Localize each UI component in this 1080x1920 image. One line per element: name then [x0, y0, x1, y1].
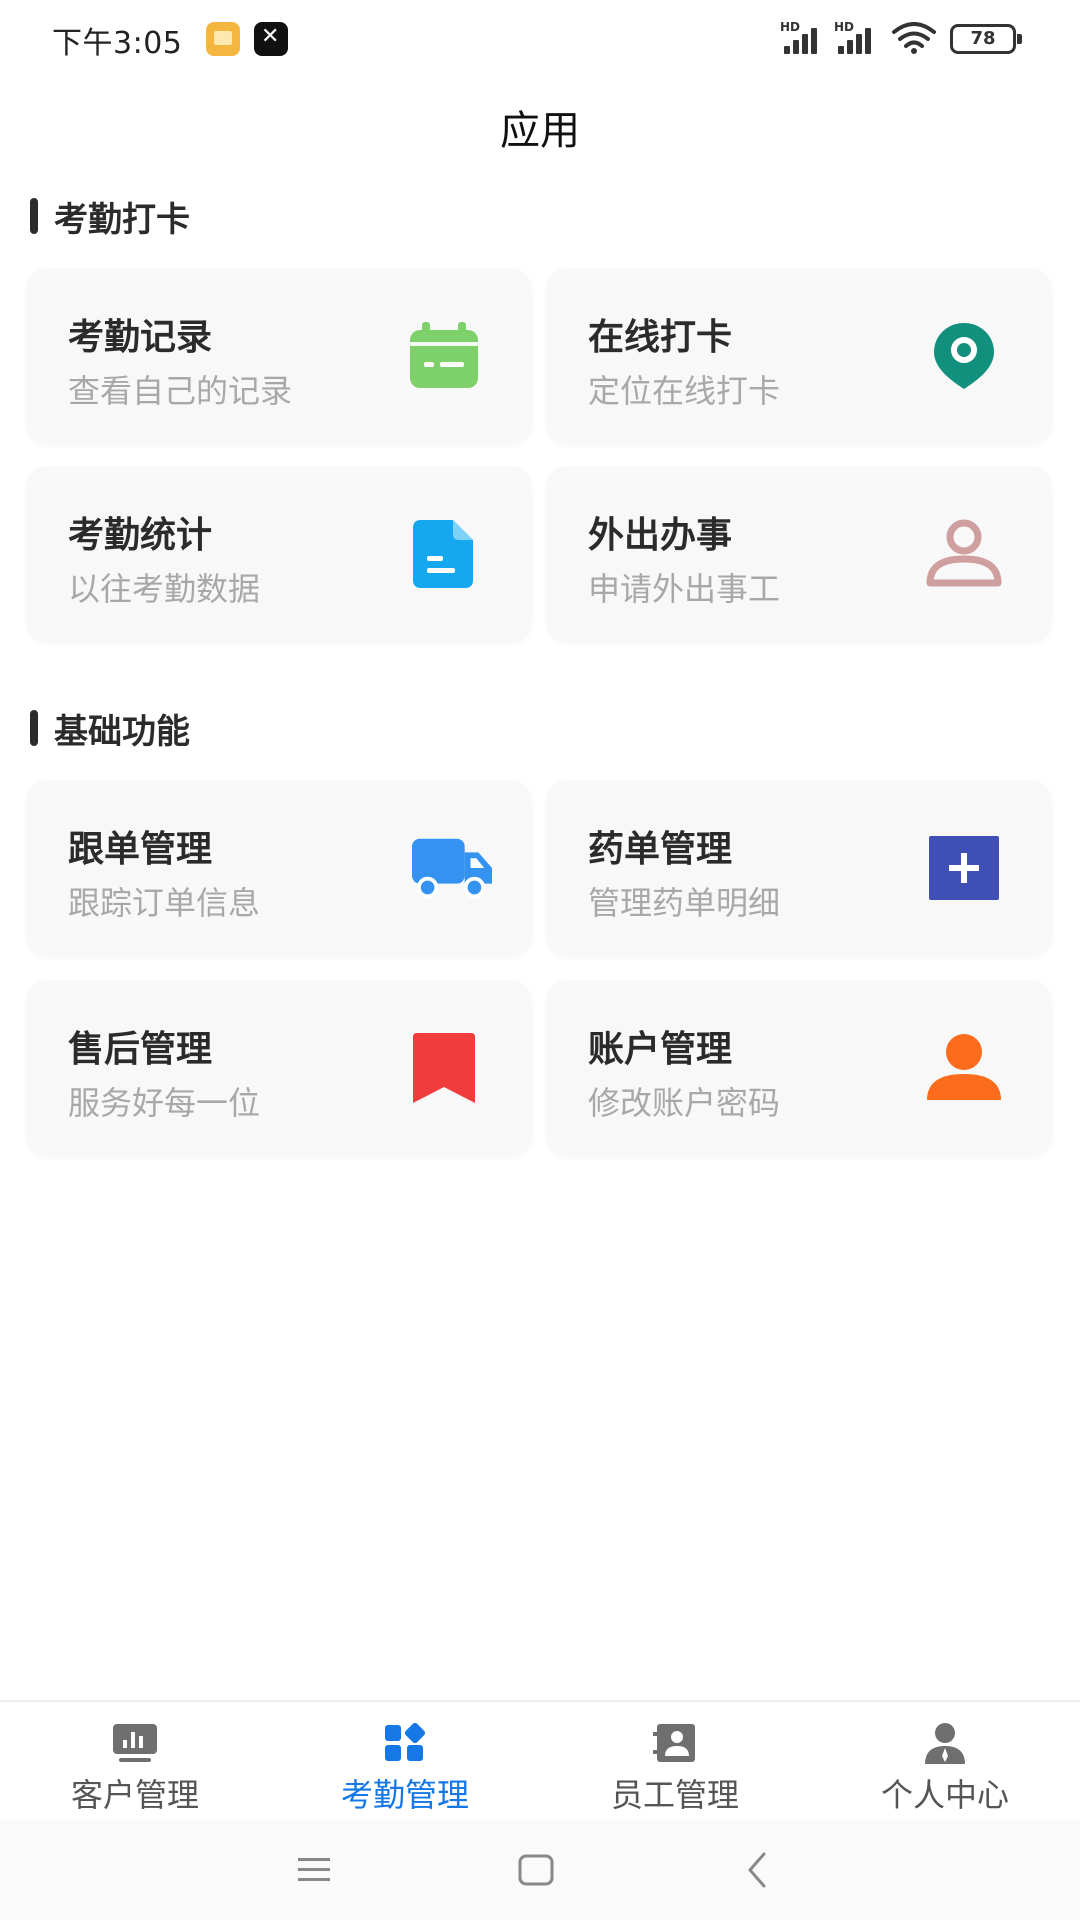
- card-title: 售后管理: [68, 1029, 213, 1070]
- card-order-tracking[interactable]: 跟单管理 跟踪订单信息: [26, 780, 532, 956]
- section-header-attendance: 考勤打卡: [30, 196, 190, 240]
- card-title: 考勤记录: [68, 317, 213, 358]
- card-title: 外出办事: [588, 515, 733, 556]
- card-attendance-stats[interactable]: 考勤统计 以往考勤数据: [26, 466, 532, 642]
- tab-customer-management[interactable]: 客户管理: [0, 1702, 270, 1818]
- location-pin-icon: [924, 316, 1004, 396]
- apps-grid-icon: [385, 1722, 426, 1761]
- card-go-out[interactable]: 外出办事 申请外出事工: [546, 466, 1052, 642]
- wifi-icon: [892, 22, 936, 54]
- monitor-chart-icon: [113, 1724, 157, 1762]
- card-subtitle: 定位在线打卡: [588, 372, 781, 410]
- status-time: 下午3:05: [52, 26, 183, 61]
- tab-label: 员工管理: [610, 1776, 739, 1814]
- card-subtitle: 管理药单明细: [588, 884, 781, 922]
- section-header-basic: 基础功能: [30, 708, 190, 752]
- status-bar: 下午3:05 HD HD 78: [0, 0, 1080, 80]
- card-online-checkin[interactable]: 在线打卡 定位在线打卡: [546, 268, 1052, 444]
- battery-indicator: 78: [950, 24, 1022, 54]
- page-title: 应用: [500, 108, 580, 154]
- section-marker: [30, 710, 38, 746]
- capcut-app-icon: [254, 22, 288, 56]
- tab-attendance-management[interactable]: 考勤管理: [270, 1702, 540, 1818]
- tab-employee-management[interactable]: 员工管理: [540, 1702, 810, 1818]
- tab-label: 客户管理: [70, 1776, 199, 1814]
- section-label: 考勤打卡: [54, 199, 190, 240]
- user-icon: [925, 1723, 965, 1764]
- system-nav-bar: [0, 1820, 1080, 1920]
- section-marker: [30, 198, 38, 234]
- card-subtitle: 以往考勤数据: [68, 570, 261, 608]
- card-subtitle: 跟踪订单信息: [68, 884, 261, 922]
- back-icon[interactable]: [738, 1850, 778, 1890]
- card-subtitle: 服务好每一位: [68, 1084, 261, 1122]
- contact-card-icon: [653, 1724, 695, 1762]
- card-subtitle: 修改账户密码: [588, 1084, 781, 1122]
- card-after-sales[interactable]: 售后管理 服务好每一位: [26, 980, 532, 1156]
- tab-label: 考勤管理: [340, 1776, 469, 1814]
- card-subtitle: 查看自己的记录: [68, 372, 293, 410]
- signal-icon: HD: [834, 20, 882, 56]
- card-title: 在线打卡: [588, 317, 733, 358]
- bottom-tab-bar: 客户管理 考勤管理 员工管理 个人中心: [0, 1700, 1080, 1818]
- card-attendance-record[interactable]: 考勤记录 查看自己的记录: [26, 268, 532, 444]
- notes-app-icon: [206, 22, 240, 56]
- card-title: 考勤统计: [68, 515, 213, 556]
- tab-label: 个人中心: [880, 1776, 1009, 1814]
- card-title: 跟单管理: [68, 829, 213, 870]
- person-solid-icon: [924, 1028, 1004, 1108]
- truck-icon: [412, 828, 492, 908]
- signal-icon: HD: [780, 20, 828, 56]
- card-title: 药单管理: [588, 829, 733, 870]
- calendar-icon: [404, 316, 484, 396]
- plus-box-icon: [924, 828, 1004, 908]
- card-account[interactable]: 账户管理 修改账户密码: [546, 980, 1052, 1156]
- menu-icon[interactable]: [294, 1850, 334, 1890]
- home-icon[interactable]: [516, 1850, 556, 1890]
- person-outline-icon: [924, 514, 1004, 594]
- section-label: 基础功能: [54, 711, 190, 752]
- document-icon: [404, 514, 484, 594]
- bookmark-icon: [404, 1028, 484, 1108]
- tab-personal-center[interactable]: 个人中心: [810, 1702, 1080, 1818]
- card-subtitle: 申请外出事工: [588, 570, 781, 608]
- card-prescription[interactable]: 药单管理 管理药单明细: [546, 780, 1052, 956]
- card-title: 账户管理: [588, 1029, 733, 1070]
